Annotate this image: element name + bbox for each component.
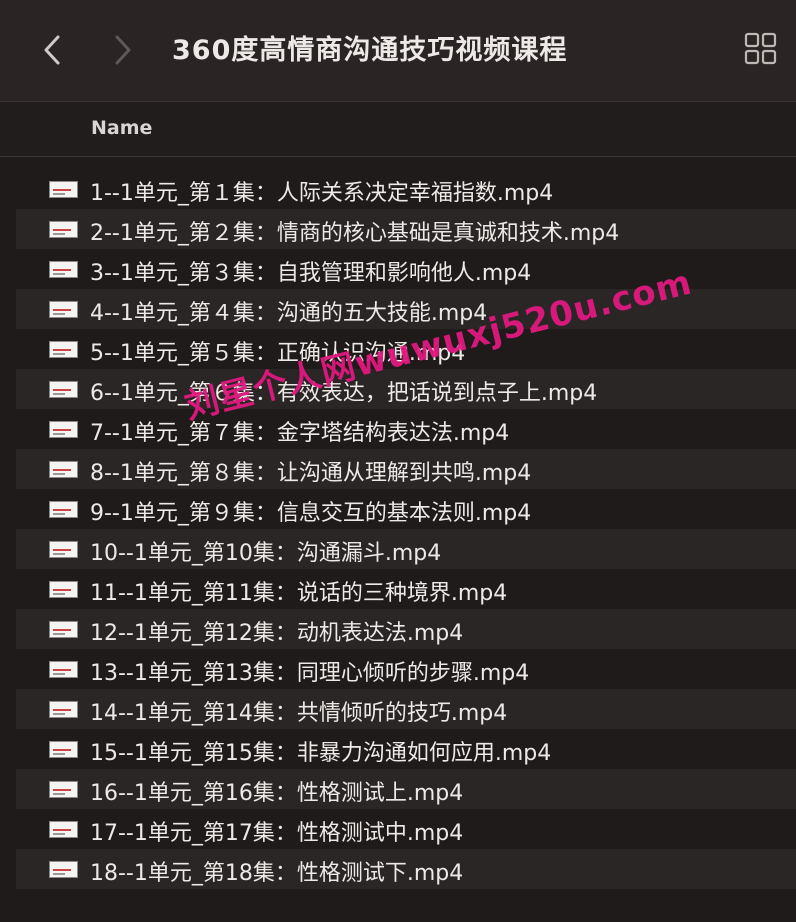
video-thumbnail-icon: [49, 861, 78, 878]
file-row[interactable]: 8--1单元_第８集：让沟通从理解到共鸣.mp4: [16, 449, 796, 489]
name-column-header[interactable]: Name: [91, 117, 152, 139]
file-row[interactable]: 11--1单元_第11集：说话的三种境界.mp4: [16, 569, 796, 609]
video-thumbnail-icon: [49, 581, 78, 598]
file-name: 2--1单元_第２集：情商的核心基础是真诚和技术.mp4: [90, 221, 620, 246]
file-row[interactable]: 18--1单元_第18集：性格测试下.mp4: [16, 849, 796, 889]
file-name: 7--1单元_第７集：金字塔结构表达法.mp4: [90, 421, 510, 446]
video-thumbnail-icon: [49, 261, 78, 278]
video-thumbnail-icon: [49, 461, 78, 478]
file-row[interactable]: 6--1单元_第６集：有效表达，把话说到点子上.mp4: [16, 369, 796, 409]
file-name: 1--1单元_第１集：人际关系决定幸福指数.mp4: [90, 181, 554, 206]
file-row[interactable]: 9--1单元_第９集：信息交互的基本法则.mp4: [16, 489, 796, 529]
back-button[interactable]: [32, 27, 72, 73]
file-name: 9--1单元_第９集：信息交互的基本法则.mp4: [90, 501, 532, 526]
video-thumbnail-icon: [49, 221, 78, 238]
window-title: 360度高情商沟通技巧视频课程: [172, 35, 568, 66]
toolbar: 360度高情商沟通技巧视频课程: [0, 0, 796, 102]
file-name: 18--1单元_第18集：性格测试下.mp4: [90, 861, 464, 886]
file-name: 12--1单元_第12集：动机表达法.mp4: [90, 621, 464, 646]
video-thumbnail-icon: [49, 621, 78, 638]
forward-button[interactable]: [103, 27, 143, 73]
file-row[interactable]: 16--1单元_第16集：性格测试上.mp4: [16, 769, 796, 809]
video-thumbnail-icon: [49, 301, 78, 318]
video-thumbnail-icon: [49, 421, 78, 438]
file-row[interactable]: 7--1单元_第７集：金字塔结构表达法.mp4: [16, 409, 796, 449]
file-name: 15--1单元_第15集：非暴力沟通如何应用.mp4: [90, 741, 552, 766]
file-name: 16--1单元_第16集：性格测试上.mp4: [90, 781, 464, 806]
file-row[interactable]: 12--1单元_第12集：动机表达法.mp4: [16, 609, 796, 649]
grid-view-icon: [744, 32, 777, 65]
file-row[interactable]: 15--1单元_第15集：非暴力沟通如何应用.mp4: [16, 729, 796, 769]
file-row[interactable]: 17--1单元_第17集：性格测试中.mp4: [16, 809, 796, 849]
video-thumbnail-icon: [49, 821, 78, 838]
file-row[interactable]: 1--1单元_第１集：人际关系决定幸福指数.mp4: [16, 169, 796, 209]
file-name: 17--1单元_第17集：性格测试中.mp4: [90, 821, 464, 846]
file-name: 11--1单元_第11集：说话的三种境界.mp4: [90, 581, 508, 606]
video-thumbnail-icon: [49, 661, 78, 678]
file-name: 3--1单元_第３集：自我管理和影响他人.mp4: [90, 261, 532, 286]
column-header: Name: [0, 102, 796, 157]
video-thumbnail-icon: [49, 701, 78, 718]
video-thumbnail-icon: [49, 541, 78, 558]
file-row[interactable]: 2--1单元_第２集：情商的核心基础是真诚和技术.mp4: [16, 209, 796, 249]
file-row[interactable]: 13--1单元_第13集：同理心倾听的步骤.mp4: [16, 649, 796, 689]
file-name: 8--1单元_第８集：让沟通从理解到共鸣.mp4: [90, 461, 532, 486]
file-name: 10--1单元_第10集：沟通漏斗.mp4: [90, 541, 442, 566]
file-row[interactable]: 10--1单元_第10集：沟通漏斗.mp4: [16, 529, 796, 569]
view-toggle-button[interactable]: [744, 32, 780, 68]
video-thumbnail-icon: [49, 181, 78, 198]
file-name: 13--1单元_第13集：同理心倾听的步骤.mp4: [90, 661, 530, 686]
video-thumbnail-icon: [49, 341, 78, 358]
video-thumbnail-icon: [49, 381, 78, 398]
file-row[interactable]: 14--1单元_第14集：共情倾听的技巧.mp4: [16, 689, 796, 729]
video-thumbnail-icon: [49, 741, 78, 758]
chevron-left-icon: [44, 35, 60, 65]
video-thumbnail-icon: [49, 501, 78, 518]
chevron-right-icon: [115, 35, 131, 65]
file-name: 14--1单元_第14集：共情倾听的技巧.mp4: [90, 701, 508, 726]
video-thumbnail-icon: [49, 781, 78, 798]
